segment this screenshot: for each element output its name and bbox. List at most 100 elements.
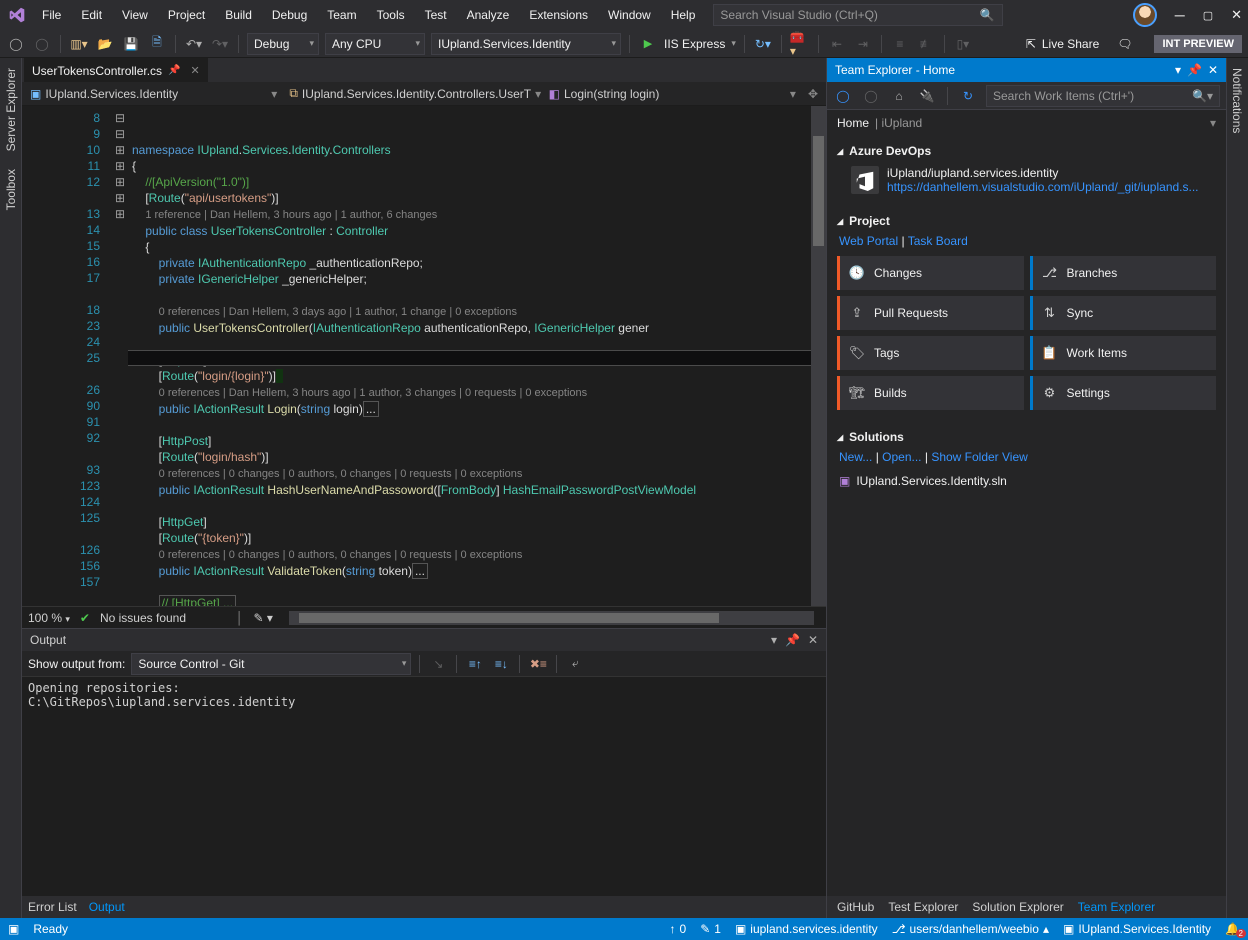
- close-panel-icon[interactable]: ✕: [808, 633, 818, 647]
- live-share-button[interactable]: ⇱Live Share 🗨: [1018, 37, 1141, 51]
- nav-project-combo[interactable]: ▣ IUpland.Services.Identity▾: [26, 87, 281, 101]
- tile-sync[interactable]: ⇅Sync: [1030, 296, 1217, 330]
- menu-analyze[interactable]: Analyze: [459, 4, 518, 26]
- menu-search-input[interactable]: Search Visual Studio (Ctrl+Q)🔍: [713, 4, 1003, 26]
- zoom-combo[interactable]: 100 % ▾: [28, 611, 70, 625]
- pen-icon[interactable]: ✎ ▾: [254, 611, 273, 625]
- run-button[interactable]: ▶: [638, 34, 658, 54]
- menu-edit[interactable]: Edit: [73, 4, 110, 26]
- te-refresh-icon[interactable]: ↻: [958, 86, 978, 106]
- tile-tags[interactable]: 🏷Tags: [837, 336, 1024, 370]
- back-icon[interactable]: ◯: [6, 34, 26, 54]
- menu-extensions[interactable]: Extensions: [521, 4, 596, 26]
- minimize-button[interactable]: ─: [1175, 7, 1185, 23]
- pin-panel-icon[interactable]: 📌: [785, 633, 800, 647]
- tab-output[interactable]: Output: [89, 900, 125, 914]
- refresh-icon[interactable]: ↻▾: [753, 34, 773, 54]
- new-link[interactable]: New...: [839, 450, 872, 464]
- chevron-down-icon[interactable]: ▾: [1210, 116, 1216, 130]
- toolbox-icon[interactable]: 🧰▾: [790, 34, 810, 54]
- dropdown-icon[interactable]: ▾: [771, 633, 777, 647]
- feedback-icon[interactable]: 🗨: [1117, 37, 1132, 51]
- te-solutions-head[interactable]: Solutions: [837, 426, 1216, 448]
- server-explorer-tab[interactable]: Server Explorer: [2, 64, 19, 155]
- code-editor[interactable]: 89101112 1314151617 18232425 26909192 93…: [22, 106, 826, 606]
- maximize-button[interactable]: ▢: [1203, 9, 1213, 22]
- menu-project[interactable]: Project: [160, 4, 213, 26]
- te-project-head[interactable]: Project: [837, 210, 1216, 232]
- user-avatar-icon[interactable]: [1133, 3, 1157, 27]
- menu-build[interactable]: Build: [217, 4, 260, 26]
- close-tab-icon[interactable]: ✕: [191, 64, 200, 77]
- run-target[interactable]: IIS Express: [664, 37, 725, 51]
- new-project-icon[interactable]: ▥▾: [69, 34, 89, 54]
- nav-class-combo[interactable]: ⧉ IUpland.Services.Identity.Controllers.…: [285, 86, 540, 101]
- pin-icon[interactable]: 📌: [168, 65, 180, 76]
- menu-view[interactable]: View: [114, 4, 156, 26]
- tab-team-explorer[interactable]: Team Explorer: [1078, 900, 1155, 914]
- status-branch[interactable]: ⎇users/danhellem/weebio ▴: [892, 922, 1049, 936]
- menu-team[interactable]: Team: [319, 4, 364, 26]
- tab-error-list[interactable]: Error List: [28, 900, 77, 914]
- nav-member-combo[interactable]: ◧ Login(string login)▾: [545, 87, 800, 101]
- startup-combo[interactable]: IUpland.Services.Identity: [431, 33, 621, 55]
- config-combo[interactable]: Debug: [247, 33, 319, 55]
- te-azure-head[interactable]: Azure DevOps: [837, 140, 1216, 162]
- editor-vscrollbar[interactable]: [811, 106, 826, 606]
- task-board-link[interactable]: Task Board: [908, 234, 968, 248]
- tab-github[interactable]: GitHub: [837, 900, 874, 914]
- code-area[interactable]: namespace IUpland.Services.Identity.Cont…: [128, 106, 826, 606]
- te-back-icon[interactable]: ◯: [833, 86, 853, 106]
- save-all-icon[interactable]: 🗎: [147, 34, 167, 54]
- pin-icon[interactable]: 📌: [1187, 63, 1202, 77]
- notification-bell[interactable]: 🔔2: [1225, 922, 1240, 936]
- dropdown-icon[interactable]: ▾: [1175, 63, 1181, 77]
- notifications-tab[interactable]: Notifications: [1229, 64, 1246, 137]
- menu-window[interactable]: Window: [600, 4, 659, 26]
- wrap-icon[interactable]: ⤶: [565, 654, 585, 674]
- editor-hscrollbar[interactable]: [289, 611, 814, 625]
- open-icon[interactable]: 📂: [95, 34, 115, 54]
- solution-item[interactable]: ▣ IUpland.Services.Identity.sln: [837, 470, 1216, 492]
- comment-icon[interactable]: ≡: [890, 34, 910, 54]
- pending-changes[interactable]: ✎1: [700, 922, 721, 936]
- web-portal-link[interactable]: Web Portal: [839, 234, 898, 248]
- split-editor-icon[interactable]: ✥: [804, 87, 822, 101]
- uncomment-icon[interactable]: ≢: [916, 34, 936, 54]
- menu-test[interactable]: Test: [417, 4, 455, 26]
- prev-msg-icon[interactable]: ≡↑: [465, 654, 485, 674]
- status-repo[interactable]: ▣iupland.services.identity: [735, 922, 878, 936]
- repo-url-link[interactable]: https://danhellem.visualstudio.com/iUpla…: [887, 180, 1199, 194]
- output-source-combo[interactable]: Source Control - Git: [131, 653, 411, 675]
- save-icon[interactable]: 💾: [121, 34, 141, 54]
- undo-icon[interactable]: ↶▾: [184, 34, 204, 54]
- tile-builds[interactable]: 🏗Builds: [837, 376, 1024, 410]
- tile-changes[interactable]: 🕓Changes: [837, 256, 1024, 290]
- tile-pull-requests[interactable]: ⇪Pull Requests: [837, 296, 1024, 330]
- tab-test-explorer[interactable]: Test Explorer: [888, 900, 958, 914]
- unpushed-commits[interactable]: ↑0: [670, 922, 687, 936]
- outdent-icon[interactable]: ⇥: [853, 34, 873, 54]
- folder-view-link[interactable]: Show Folder View: [931, 450, 1028, 464]
- fold-column[interactable]: ⊟⊟⊞⊞⊞⊞⊞: [112, 106, 128, 606]
- tile-settings[interactable]: ⚙Settings: [1030, 376, 1217, 410]
- bookmark-icon[interactable]: ▯▾: [953, 34, 973, 54]
- te-connect-icon[interactable]: 🔌: [917, 86, 937, 106]
- redo-icon[interactable]: ↷▾: [210, 34, 230, 54]
- te-search-input[interactable]: Search Work Items (Ctrl+')🔍▾: [986, 85, 1220, 107]
- clear-icon[interactable]: ✖≡: [528, 654, 548, 674]
- platform-combo[interactable]: Any CPU: [325, 33, 425, 55]
- next-msg-icon[interactable]: ≡↓: [491, 654, 511, 674]
- output-body[interactable]: Opening repositories: C:\GitRepos\iuplan…: [22, 677, 826, 896]
- close-icon[interactable]: ✕: [1208, 63, 1218, 77]
- menu-debug[interactable]: Debug: [264, 4, 315, 26]
- menu-tools[interactable]: Tools: [369, 4, 413, 26]
- tile-work-items[interactable]: 📋Work Items: [1030, 336, 1217, 370]
- status-project[interactable]: ▣IUpland.Services.Identity: [1063, 922, 1211, 936]
- menu-file[interactable]: File: [34, 4, 69, 26]
- close-button[interactable]: ✕: [1231, 7, 1242, 23]
- forward-icon[interactable]: ◯: [32, 34, 52, 54]
- open-link[interactable]: Open...: [882, 450, 921, 464]
- menu-help[interactable]: Help: [663, 4, 704, 26]
- document-tab[interactable]: UserTokensController.cs 📌 ✕: [24, 58, 208, 82]
